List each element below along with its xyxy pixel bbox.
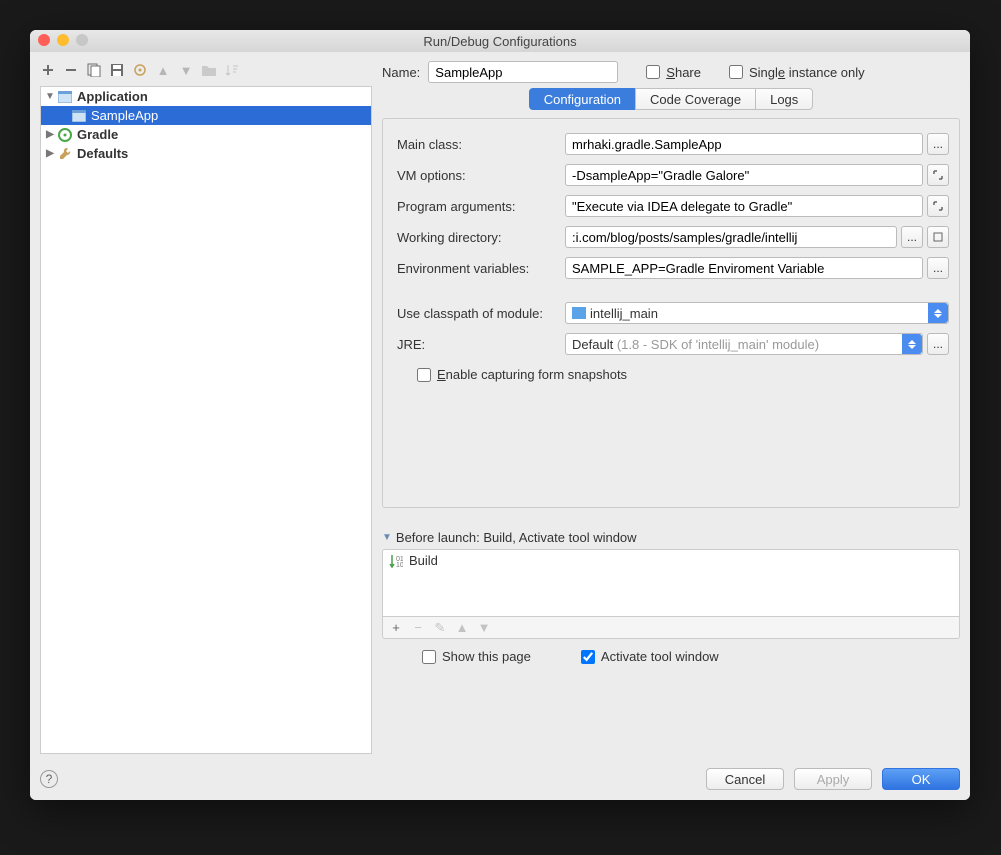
list-item[interactable]: 0110 Build	[383, 550, 959, 571]
dropdown-arrow-icon	[902, 334, 922, 354]
tree-label: SampleApp	[91, 108, 158, 123]
tree-toolbar: ▲ ▼	[40, 60, 378, 84]
disclosure-open-icon[interactable]: ▼	[43, 91, 57, 102]
application-icon	[71, 108, 87, 124]
config-tree[interactable]: ▼ Application SampleApp ▶	[40, 86, 372, 754]
tab-coverage[interactable]: Code Coverage	[635, 88, 755, 110]
tree-node-gradle[interactable]: ▶ Gradle	[41, 125, 371, 144]
remove-icon: −	[411, 620, 425, 635]
share-label: SSharehare	[666, 65, 701, 80]
show-page-label: Show this page	[442, 649, 531, 664]
disclosure-closed-icon[interactable]: ▶	[43, 148, 57, 159]
env-input[interactable]	[565, 257, 923, 279]
window-zoom-icon	[76, 34, 88, 46]
add-icon[interactable]	[40, 62, 56, 78]
browse-button[interactable]: ...	[927, 133, 949, 155]
expand-button[interactable]	[927, 195, 949, 217]
cancel-button[interactable]: Cancel	[706, 768, 784, 790]
config-dialog: Run/Debug Configurations	[30, 30, 970, 800]
classpath-value: intellij_main	[590, 306, 658, 321]
ok-button[interactable]: OK	[882, 768, 960, 790]
settings-icon[interactable]	[132, 62, 148, 78]
move-down-icon: ▼	[178, 62, 194, 78]
titlebar: Run/Debug Configurations	[30, 30, 970, 52]
jre-value: Default	[572, 337, 613, 352]
config-tabs: Configuration Code Coverage Logs	[382, 88, 960, 110]
move-up-icon: ▲	[455, 620, 469, 635]
snapshots-checkbox[interactable]	[417, 368, 431, 382]
before-launch-list[interactable]: 0110 Build	[382, 549, 960, 617]
browse-button[interactable]: ...	[927, 257, 949, 279]
before-launch-label: Before launch: Build, Activate tool wind…	[396, 530, 637, 545]
single-instance-label: Single instance only	[749, 65, 865, 80]
jre-combo[interactable]: Default (1.8 - SDK of 'intellij_main' mo…	[565, 333, 923, 355]
wd-label: Working directory:	[397, 230, 565, 245]
disclosure-closed-icon[interactable]: ▶	[43, 129, 57, 140]
add-icon[interactable]: +	[389, 620, 403, 635]
before-launch-toolbar: + − ✎ ▲ ▼	[382, 617, 960, 639]
env-label: Environment variables:	[397, 261, 565, 276]
disclosure-open-icon: ▼	[382, 532, 392, 543]
main-class-input[interactable]	[565, 133, 923, 155]
window-close-icon[interactable]	[38, 34, 50, 46]
browse-button[interactable]: ...	[927, 333, 949, 355]
vm-options-label: VM options:	[397, 168, 565, 183]
expand-button[interactable]	[927, 164, 949, 186]
activate-window-label: Activate tool window	[601, 649, 719, 664]
vm-options-input[interactable]	[565, 164, 923, 186]
before-launch-header[interactable]: ▼ Before launch: Build, Activate tool wi…	[382, 530, 960, 545]
remove-icon[interactable]	[63, 62, 79, 78]
macro-button[interactable]	[927, 226, 949, 248]
apply-button: Apply	[794, 768, 872, 790]
activate-window-checkbox[interactable]	[581, 650, 595, 664]
share-checkbox[interactable]	[646, 65, 660, 79]
tree-node-application[interactable]: ▼ Application	[41, 87, 371, 106]
browse-button[interactable]: ...	[901, 226, 923, 248]
edit-icon: ✎	[433, 620, 447, 636]
dropdown-arrow-icon	[928, 303, 948, 323]
tree-label: Gradle	[77, 127, 118, 142]
gradle-icon	[57, 127, 73, 143]
name-label: Name:	[382, 65, 420, 80]
args-input[interactable]	[565, 195, 923, 217]
help-button[interactable]: ?	[40, 770, 58, 788]
snapshots-label: Enable capturing form snapshots	[437, 367, 627, 382]
single-instance-checkbox[interactable]	[729, 65, 743, 79]
wd-input[interactable]	[565, 226, 897, 248]
classpath-combo[interactable]: intellij_main	[565, 302, 949, 324]
jre-label: JRE:	[397, 337, 565, 352]
show-page-checkbox[interactable]	[422, 650, 436, 664]
tab-logs[interactable]: Logs	[755, 88, 813, 110]
main-class-label: Main class:	[397, 137, 565, 152]
application-icon	[57, 89, 73, 105]
jre-hint: (1.8 - SDK of 'intellij_main' module)	[617, 337, 819, 352]
window-minimize-icon[interactable]	[57, 34, 69, 46]
classpath-label: Use classpath of module:	[397, 306, 565, 321]
wrench-icon	[57, 146, 73, 162]
module-icon	[572, 307, 586, 319]
build-icon: 0110	[389, 554, 403, 568]
move-down-icon: ▼	[477, 620, 491, 635]
window-title: Run/Debug Configurations	[38, 34, 962, 49]
svg-text:10: 10	[396, 562, 403, 568]
tree-label: Application	[77, 89, 148, 104]
copy-icon[interactable]	[86, 62, 102, 78]
tree-label: Defaults	[77, 146, 128, 161]
folder-icon	[201, 62, 217, 78]
sort-icon	[224, 62, 240, 78]
tree-node-sampleapp[interactable]: SampleApp	[41, 106, 371, 125]
args-label: Program arguments:	[397, 199, 565, 214]
save-icon[interactable]	[109, 62, 125, 78]
configuration-panel: Main class: ... VM options: P	[382, 118, 960, 508]
tree-node-defaults[interactable]: ▶ Defaults	[41, 144, 371, 163]
tab-configuration[interactable]: Configuration	[529, 88, 635, 110]
list-item-label: Build	[409, 553, 438, 568]
move-up-icon: ▲	[155, 62, 171, 78]
name-input[interactable]	[428, 61, 618, 83]
